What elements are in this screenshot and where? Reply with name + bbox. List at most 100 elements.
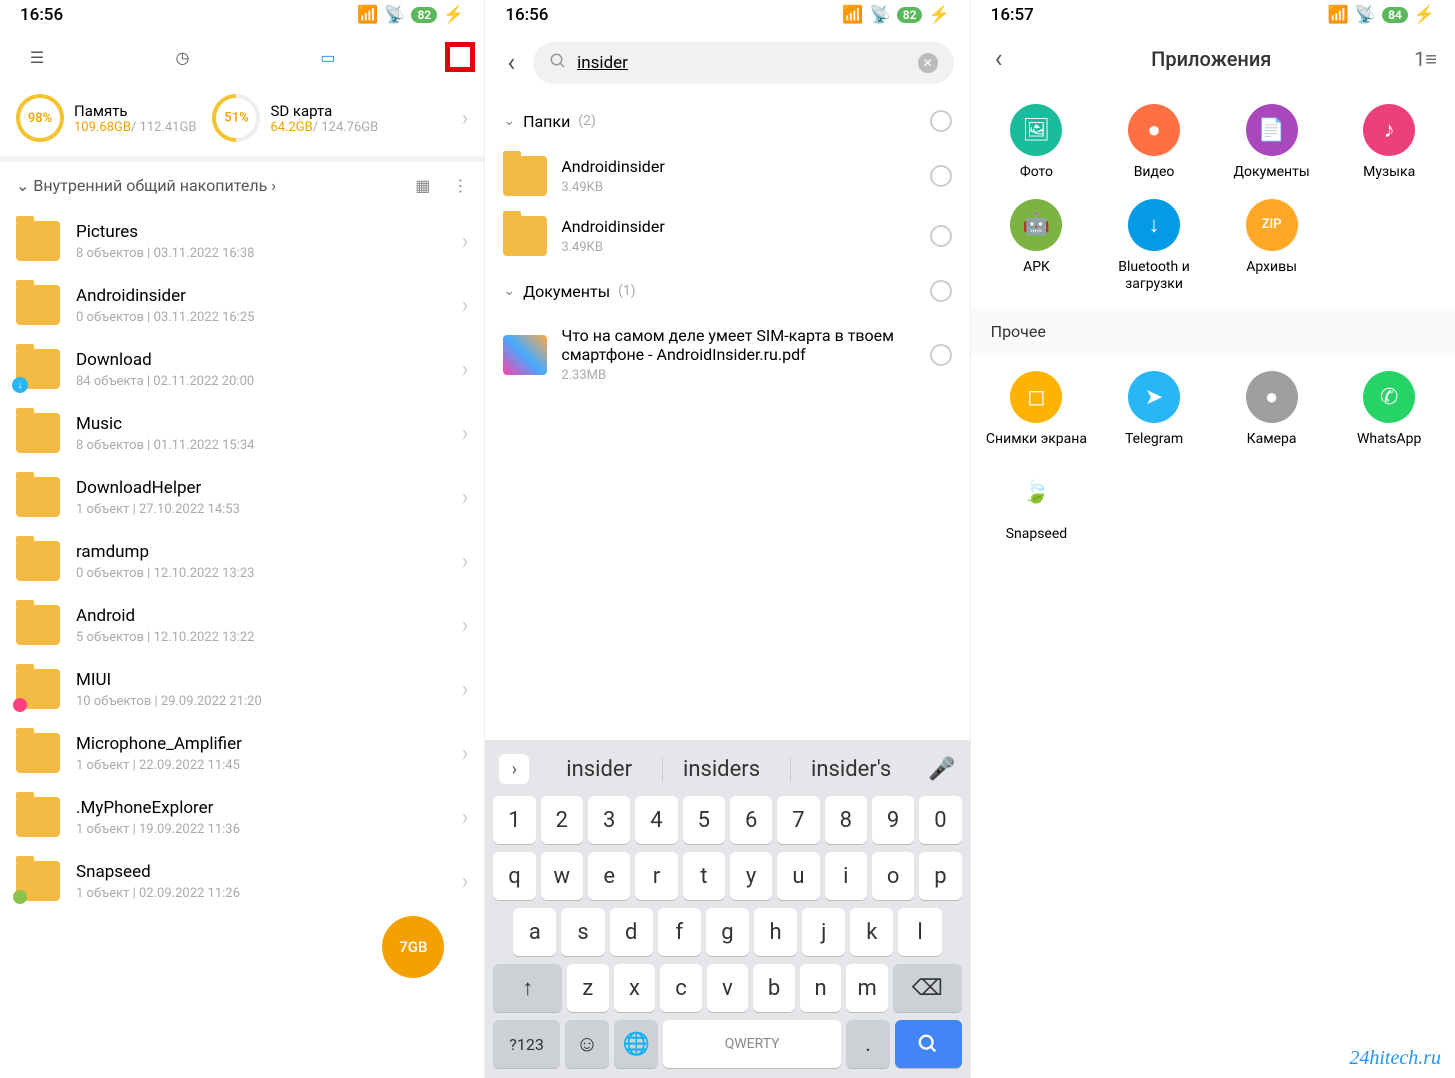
key-6[interactable]: 6 xyxy=(730,796,772,844)
file-row[interactable]: Pictures 8 объектов | 03.11.2022 16:38 › xyxy=(0,209,484,273)
key-o[interactable]: o xyxy=(872,852,914,900)
emoji-key[interactable]: ☺ xyxy=(565,1020,609,1068)
sort-icon[interactable]: 1≡ xyxy=(1414,47,1437,72)
select-radio[interactable] xyxy=(930,344,952,366)
key-p[interactable]: p xyxy=(919,852,961,900)
file-row[interactable]: Download 84 объекта | 02.11.2022 20:00 › xyxy=(0,337,484,401)
mic-icon[interactable]: 🎤 xyxy=(928,757,955,782)
key-4[interactable]: 4 xyxy=(635,796,677,844)
file-row[interactable]: Android 5 объектов | 12.10.2022 13:22 › xyxy=(0,593,484,657)
internal-storage[interactable]: 98% Память 109.68GB/ 112.41GB xyxy=(16,94,196,142)
key-k[interactable]: k xyxy=(850,908,893,956)
app-item[interactable]: ● Камера xyxy=(1216,371,1328,448)
space-key[interactable]: QWERTY xyxy=(663,1020,840,1068)
file-row[interactable]: Music 8 объектов | 01.11.2022 15:34 › xyxy=(0,401,484,465)
search-key[interactable] xyxy=(895,1020,962,1068)
path-bar[interactable]: ⌄ Внутренний общий накопитель › ▦ ⋮ xyxy=(0,162,484,209)
key-7[interactable]: 7 xyxy=(777,796,819,844)
menu-icon[interactable]: ☰ xyxy=(24,44,50,70)
file-list[interactable]: Pictures 8 объектов | 03.11.2022 16:38 ›… xyxy=(0,209,484,913)
folder-icon[interactable]: ▭ xyxy=(315,44,341,70)
key-2[interactable]: 2 xyxy=(541,796,583,844)
shift-key[interactable]: ↑ xyxy=(493,964,562,1012)
key-a[interactable]: a xyxy=(513,908,556,956)
key-b[interactable]: b xyxy=(753,964,795,1012)
app-item[interactable]: 🤖 APK xyxy=(981,199,1093,293)
app-item[interactable]: ➤ Telegram xyxy=(1098,371,1210,448)
key-n[interactable]: n xyxy=(800,964,842,1012)
key-m[interactable]: m xyxy=(846,964,888,1012)
clear-icon[interactable]: ✕ xyxy=(918,53,938,73)
key-i[interactable]: i xyxy=(825,852,867,900)
key-v[interactable]: v xyxy=(707,964,749,1012)
section-folders[interactable]: ⌄ Папки (2) xyxy=(485,96,969,146)
app-item[interactable]: ◻ Снимки экрана xyxy=(981,371,1093,448)
back-icon[interactable]: ‹ xyxy=(989,44,1009,74)
storage-summary[interactable]: 98% Память 109.68GB/ 112.41GB 51% SD кар… xyxy=(0,84,484,162)
back-icon[interactable]: ‹ xyxy=(501,48,521,78)
app-item[interactable]: 🖼 Фото xyxy=(981,104,1093,181)
file-row[interactable]: Snapseed 1 объект | 02.09.2022 11:26 › xyxy=(0,849,484,913)
key-x[interactable]: x xyxy=(614,964,656,1012)
file-row[interactable]: Androidinsider 0 объектов | 03.11.2022 1… xyxy=(0,273,484,337)
backspace-key[interactable]: ⌫ xyxy=(893,964,962,1012)
key-e[interactable]: e xyxy=(588,852,630,900)
key-j[interactable]: j xyxy=(802,908,845,956)
select-all-radio[interactable] xyxy=(930,110,952,132)
file-row[interactable]: ramdump 0 объектов | 12.10.2022 13:23 › xyxy=(0,529,484,593)
key-5[interactable]: 5 xyxy=(683,796,725,844)
expand-icon[interactable]: › xyxy=(499,754,529,784)
language-key[interactable]: 🌐 xyxy=(614,1020,658,1068)
sd-storage[interactable]: 51% SD карта 64.2GB/ 124.76GB xyxy=(212,94,378,142)
result-row[interactable]: Androidinsider 3.49KB xyxy=(485,206,969,266)
period-key[interactable]: . xyxy=(846,1020,890,1068)
key-t[interactable]: t xyxy=(683,852,725,900)
cleanup-fab[interactable]: 7GB xyxy=(382,916,444,978)
app-item[interactable]: 🍃 Snapseed xyxy=(981,466,1093,543)
app-item[interactable]: ✆ WhatsApp xyxy=(1333,371,1445,448)
keyboard[interactable]: › insiderinsidersinsider's 🎤 1234567890 … xyxy=(485,740,969,1078)
key-f[interactable]: f xyxy=(658,908,701,956)
app-item[interactable]: ZIP Архивы xyxy=(1216,199,1328,293)
file-row[interactable]: .MyPhoneExplorer 1 объект | 19.09.2022 1… xyxy=(0,785,484,849)
key-y[interactable]: y xyxy=(730,852,772,900)
file-row[interactable]: DownloadHelper 1 объект | 27.10.2022 14:… xyxy=(0,465,484,529)
more-icon[interactable]: ⋮ xyxy=(452,176,468,195)
key-3[interactable]: 3 xyxy=(588,796,630,844)
key-8[interactable]: 8 xyxy=(825,796,867,844)
numeric-key[interactable]: ?123 xyxy=(493,1020,560,1068)
key-d[interactable]: d xyxy=(610,908,653,956)
key-h[interactable]: h xyxy=(754,908,797,956)
app-item[interactable]: ♪ Музыка xyxy=(1333,104,1445,181)
key-r[interactable]: r xyxy=(635,852,677,900)
select-radio[interactable] xyxy=(930,225,952,247)
key-9[interactable]: 9 xyxy=(872,796,914,844)
key-u[interactable]: u xyxy=(777,852,819,900)
grid-view-icon[interactable]: ▦ xyxy=(415,176,430,195)
key-1[interactable]: 1 xyxy=(493,796,535,844)
search-input[interactable]: insider ✕ xyxy=(533,42,954,84)
app-item[interactable]: ● Видео xyxy=(1098,104,1210,181)
select-all-radio[interactable] xyxy=(930,280,952,302)
result-row[interactable]: Androidinsider 3.49KB xyxy=(485,146,969,206)
key-0[interactable]: 0 xyxy=(919,796,961,844)
key-z[interactable]: z xyxy=(567,964,609,1012)
key-c[interactable]: c xyxy=(660,964,702,1012)
select-radio[interactable] xyxy=(930,165,952,187)
key-s[interactable]: s xyxy=(561,908,604,956)
suggestion-word[interactable]: insiders xyxy=(662,757,780,782)
suggestion-word[interactable]: insider xyxy=(546,757,652,782)
key-g[interactable]: g xyxy=(706,908,749,956)
key-q[interactable]: q xyxy=(493,852,535,900)
path-text[interactable]: ⌄ Внутренний общий накопитель › xyxy=(16,176,405,195)
suggestion-word[interactable]: insider's xyxy=(790,757,911,782)
file-row[interactable]: Microphone_Amplifier 1 объект | 22.09.20… xyxy=(0,721,484,785)
file-row[interactable]: MIUI 10 объектов | 29.09.2022 21:20 › xyxy=(0,657,484,721)
key-l[interactable]: l xyxy=(898,908,941,956)
section-documents[interactable]: ⌄ Документы (1) xyxy=(485,266,969,316)
recent-icon[interactable]: ◷ xyxy=(169,44,195,70)
app-item[interactable]: 📄 Документы xyxy=(1216,104,1328,181)
search-icon[interactable] xyxy=(445,42,475,72)
key-w[interactable]: w xyxy=(541,852,583,900)
app-item[interactable]: ↓ Bluetooth и загрузки xyxy=(1098,199,1210,293)
